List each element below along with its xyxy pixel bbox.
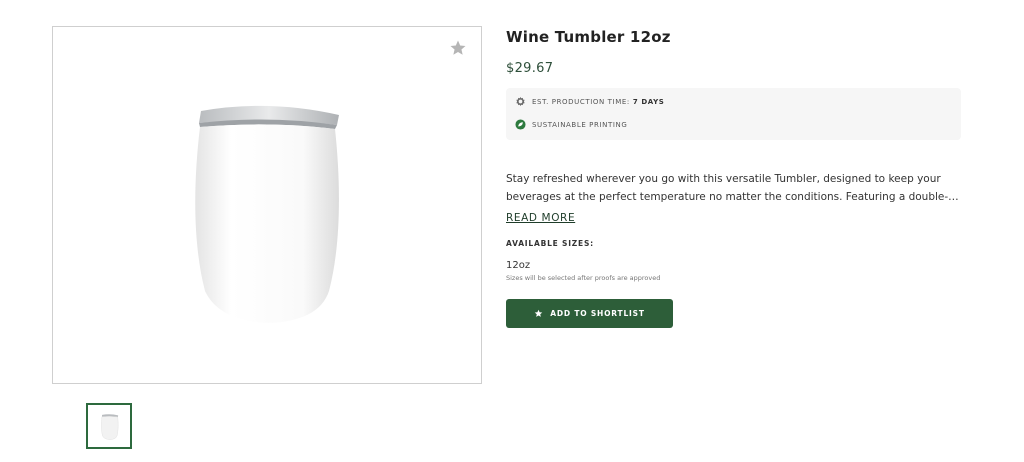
size-note: Sizes will be selected after proofs are … (506, 274, 661, 282)
size-value: 12oz (506, 260, 531, 271)
leaf-icon (515, 119, 526, 130)
thumbnail-image[interactable] (86, 403, 132, 449)
product-price: $29.67 (506, 61, 554, 76)
add-to-shortlist-label: ADD TO SHORTLIST (550, 309, 645, 318)
sustainable-row: SUSTAINABLE PRINTING (515, 119, 627, 130)
production-time-row: EST. PRODUCTION TIME: 7 DAYS (515, 96, 664, 107)
available-sizes-label: AVAILABLE SIZES: (506, 239, 594, 248)
production-time-value: 7 DAYS (632, 97, 665, 106)
sustainable-label: SUSTAINABLE PRINTING (532, 120, 628, 129)
product-main-image (52, 26, 482, 384)
add-to-shortlist-button[interactable]: ADD TO SHORTLIST (506, 299, 673, 328)
production-info-box: EST. PRODUCTION TIME: 7 DAYS SUSTAINABLE… (506, 88, 961, 140)
product-description: Stay refreshed wherever you go with this… (506, 173, 959, 203)
read-more-link[interactable]: READ MORE (506, 212, 575, 224)
tumbler-thumbnail-icon (101, 414, 119, 440)
favorite-star-icon[interactable] (449, 39, 467, 57)
product-title: Wine Tumbler 12oz (506, 28, 671, 46)
product-details: Wine Tumbler 12oz $29.67 EST. PRODUCTION… (506, 26, 966, 328)
gear-icon (516, 96, 525, 107)
production-time-label: EST. PRODUCTION TIME: (532, 97, 630, 106)
star-icon (535, 309, 543, 317)
tumbler-image (195, 105, 339, 323)
